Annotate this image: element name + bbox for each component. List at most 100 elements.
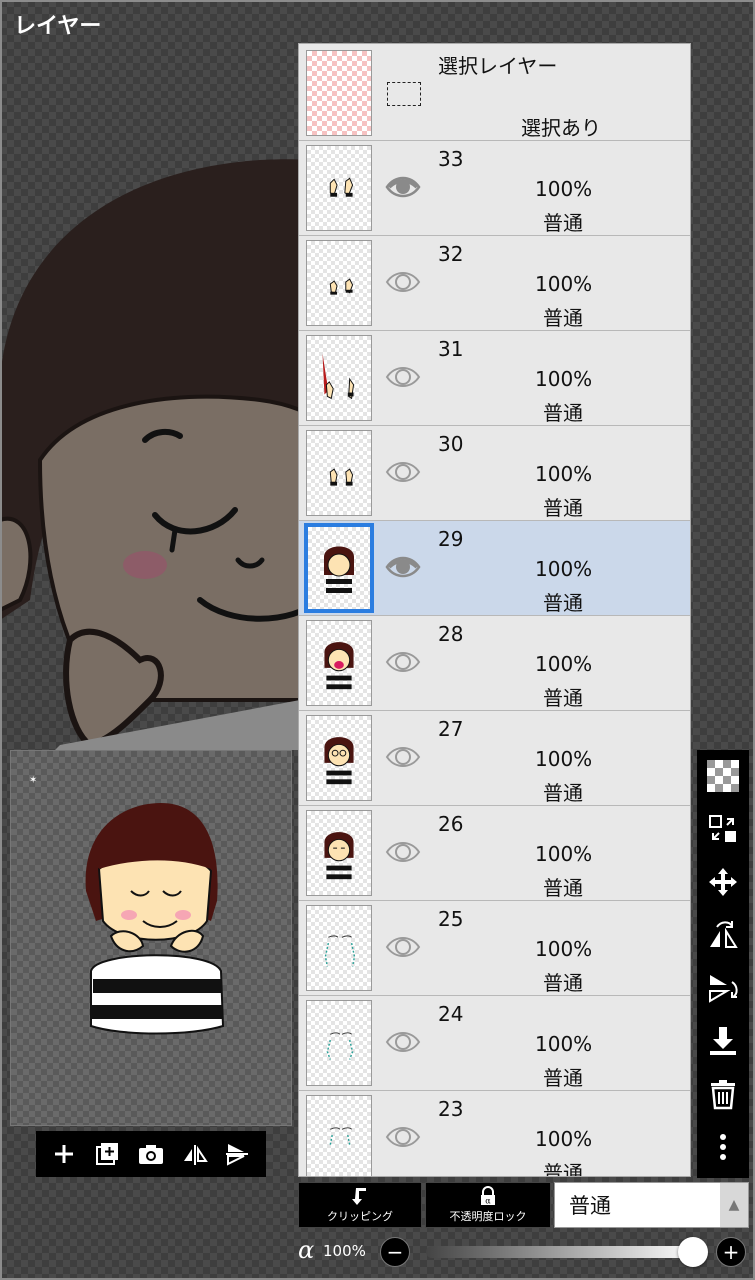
visibility-eye-icon[interactable]: [385, 363, 421, 391]
layer-blend-mode: 普通: [543, 211, 583, 235]
clipping-label: クリッピング: [327, 1210, 393, 1223]
visibility-eye-icon[interactable]: [385, 173, 421, 201]
cursor-marker: ✶: [29, 775, 37, 786]
layer-thumbnail: [306, 715, 372, 801]
flip-layer-vertical-icon[interactable]: [701, 966, 745, 1010]
visibility-eye-icon[interactable]: [385, 933, 421, 961]
visibility-eye-icon[interactable]: [385, 838, 421, 866]
layer-name: 31: [438, 337, 464, 361]
layer-bottom-bar: クリッピング α 不透明度ロック 普通 ▲: [296, 1180, 751, 1230]
opacity-slider-knob[interactable]: [678, 1237, 708, 1267]
visibility-eye-icon[interactable]: [385, 743, 421, 771]
layer-thumbnail: [306, 620, 372, 706]
layer-opacity: 100%: [535, 1127, 593, 1151]
layer-row[interactable]: 23 100% 普通: [299, 1091, 690, 1177]
layer-row[interactable]: 33 100% 普通: [299, 141, 690, 236]
layer-row[interactable]: 32 100% 普通: [299, 236, 690, 331]
layer-thumbnail: [306, 905, 372, 991]
layer-blend-mode: 普通: [543, 781, 583, 805]
layer-opacity: 100%: [535, 652, 593, 676]
layer-row[interactable]: 24 100% 普通: [299, 996, 690, 1091]
layer-name: 26: [438, 812, 464, 836]
layer-opacity: 100%: [535, 937, 593, 961]
opacity-control: α 100% − +: [296, 1234, 751, 1274]
selection-layer-status: 選択あり: [521, 116, 601, 140]
layer-name: 33: [438, 147, 464, 171]
layer-name: 29: [438, 527, 464, 551]
layer-thumbnail: [306, 240, 372, 326]
layer-blend-mode: 普通: [543, 1066, 583, 1090]
layer-thumbnail: [304, 523, 374, 613]
layer-tools-toolbar: [697, 750, 749, 1178]
flip-layer-horizontal-icon[interactable]: [701, 913, 745, 957]
layer-row[interactable]: 31 100% 普通: [299, 331, 690, 426]
opacity-slider[interactable]: [426, 1237, 708, 1267]
layer-name: 32: [438, 242, 464, 266]
transparency-checker-icon[interactable]: [701, 754, 745, 798]
visibility-eye-icon[interactable]: [385, 1123, 421, 1151]
fit-screen-icon[interactable]: [90, 1137, 124, 1171]
layer-blend-mode: 普通: [543, 496, 583, 520]
trash-icon[interactable]: [701, 1072, 745, 1116]
layer-row[interactable]: 26 100% 普通: [299, 806, 690, 901]
layer-name: 28: [438, 622, 464, 646]
opacity-increase-button[interactable]: +: [716, 1237, 746, 1267]
layer-blend-mode: 普通: [543, 306, 583, 330]
navigator-toolbar: [36, 1131, 266, 1177]
layer-row-selected[interactable]: 29 100% 普通: [299, 521, 690, 616]
layer-list[interactable]: 選択レイヤー 選択あり 33 100% 普通 32 100% 普通 31 100…: [298, 43, 691, 1177]
layer-blend-mode: 普通: [543, 1161, 583, 1177]
svg-text:α: α: [485, 1197, 491, 1206]
visibility-eye-icon[interactable]: [385, 268, 421, 296]
layer-name: 23: [438, 1097, 464, 1121]
visibility-eye-icon[interactable]: [385, 553, 421, 581]
layer-blend-mode: 普通: [543, 971, 583, 995]
layer-opacity: 100%: [535, 367, 593, 391]
layer-blend-mode: 普通: [543, 401, 583, 425]
selection-layer-row[interactable]: 選択レイヤー 選択あり: [299, 44, 690, 141]
blend-mode-select[interactable]: 普通 ▲: [554, 1182, 749, 1228]
layer-opacity: 100%: [535, 272, 593, 296]
layer-opacity: 100%: [535, 1032, 593, 1056]
layer-blend-mode: 普通: [543, 876, 583, 900]
alpha-lock-label: 不透明度ロック: [449, 1210, 527, 1223]
visibility-eye-icon[interactable]: [385, 648, 421, 676]
layer-name: 30: [438, 432, 464, 456]
camera-icon[interactable]: [134, 1137, 168, 1171]
selection-layer-title: 選択レイヤー: [438, 54, 558, 78]
layer-row[interactable]: 27 100% 普通: [299, 711, 690, 806]
opacity-decrease-button[interactable]: −: [380, 1237, 410, 1267]
dropdown-arrow-icon: ▲: [720, 1183, 748, 1227]
layer-blend-mode: 普通: [543, 686, 583, 710]
move-icon[interactable]: [701, 860, 745, 904]
layer-name: 24: [438, 1002, 464, 1026]
canvas-navigator[interactable]: ✶: [10, 750, 292, 1126]
layer-opacity: 100%: [535, 842, 593, 866]
add-icon[interactable]: [47, 1137, 81, 1171]
opacity-value: 100%: [323, 1242, 366, 1260]
layer-thumbnail: [306, 145, 372, 231]
lock-icon: α: [481, 1186, 495, 1206]
layer-thumbnail: [306, 335, 372, 421]
selection-marquee-icon: [387, 82, 421, 106]
clipping-arrow-icon: [352, 1188, 366, 1205]
flip-vertical-icon[interactable]: [221, 1137, 255, 1171]
merge-down-icon[interactable]: [701, 1019, 745, 1063]
layer-row[interactable]: 25 100% 普通: [299, 901, 690, 996]
clipping-button[interactable]: クリッピング: [298, 1182, 422, 1228]
layer-row[interactable]: 30 100% 普通: [299, 426, 690, 521]
visibility-eye-icon[interactable]: [385, 1028, 421, 1056]
layer-thumbnail: [306, 1000, 372, 1086]
layer-row[interactable]: 28 100% 普通: [299, 616, 690, 711]
layer-opacity: 100%: [535, 747, 593, 771]
flip-horizontal-icon[interactable]: [178, 1137, 212, 1171]
convert-layer-icon[interactable]: [701, 807, 745, 851]
layer-opacity: 100%: [535, 462, 593, 486]
layer-opacity: 100%: [535, 557, 593, 581]
alpha-lock-button[interactable]: α 不透明度ロック: [425, 1182, 551, 1228]
blend-mode-value: 普通: [569, 1194, 611, 1218]
layer-name: 25: [438, 907, 464, 931]
more-options-icon[interactable]: [701, 1125, 745, 1169]
visibility-eye-icon[interactable]: [385, 458, 421, 486]
alpha-symbol: α: [298, 1236, 315, 1264]
